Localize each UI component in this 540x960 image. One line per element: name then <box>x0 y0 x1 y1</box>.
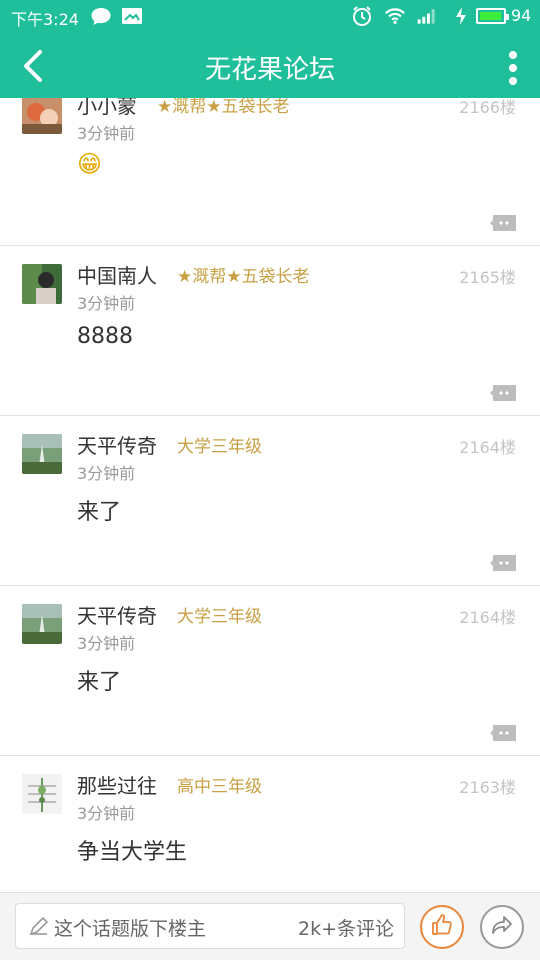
post-time: 3分钟前 <box>77 804 136 823</box>
share-button[interactable] <box>480 905 524 949</box>
status-time: 下午3:24 <box>11 10 79 29</box>
post-time: 3分钟前 <box>77 464 136 483</box>
chat-bubble-icon <box>90 6 112 26</box>
reply-icon[interactable] <box>490 554 518 574</box>
page-title: 无花果论坛 <box>204 55 335 85</box>
reply-icon[interactable] <box>490 724 518 744</box>
username[interactable]: 天平传奇 <box>77 430 157 459</box>
avatar[interactable] <box>22 774 62 814</box>
pencil-icon <box>28 915 50 937</box>
reply-input[interactable]: 这个话题版下楼主 2k+条评论 <box>15 903 405 949</box>
comment-text: 争当大学生 <box>77 840 188 865</box>
reply-icon[interactable] <box>490 384 518 404</box>
user-badge: 大学三年级 <box>177 437 262 457</box>
comment-count[interactable]: 2k+条评论 <box>298 914 394 941</box>
avatar[interactable] <box>22 264 62 304</box>
share-arrow-icon <box>490 913 514 941</box>
mail-icon <box>121 6 143 26</box>
user-badge: ★溉帮★五袋长老 <box>157 98 290 117</box>
charging-icon <box>450 6 472 26</box>
floor-number: 2164楼 <box>459 608 516 627</box>
app-header: 无花果论坛 <box>0 34 540 98</box>
comment-item: 那些过往 高中三年级 2163楼 3分钟前 争当大学生 <box>0 756 540 892</box>
username[interactable]: 那些过往 <box>77 770 157 799</box>
username[interactable]: 中国南人 <box>77 260 157 289</box>
thumbs-up-icon <box>430 913 454 941</box>
avatar[interactable] <box>22 434 62 474</box>
alarm-icon <box>351 6 373 26</box>
reply-bar: 这个话题版下楼主 2k+条评论 <box>0 892 540 960</box>
username[interactable]: 天平传奇 <box>77 600 157 629</box>
floor-number: 2164楼 <box>459 438 516 457</box>
comment-item: 小小蒙 ★溉帮★五袋长老 2166楼 3分钟前 😁 <box>0 98 540 246</box>
avatar[interactable] <box>22 98 62 134</box>
username[interactable]: 小小蒙 <box>77 98 137 119</box>
user-badge: 大学三年级 <box>177 607 262 627</box>
reply-icon[interactable] <box>490 214 518 234</box>
comment-feed[interactable]: 小小蒙 ★溉帮★五袋长老 2166楼 3分钟前 😁 中国南人 ★溉帮★五袋长老 … <box>0 98 540 892</box>
reply-placeholder: 这个话题版下楼主 <box>54 918 207 940</box>
signal-icon <box>416 6 438 26</box>
comment-item: 天平传奇 大学三年级 2164楼 3分钟前 来了 <box>0 586 540 756</box>
grin-emoji: 😁 <box>77 150 103 178</box>
post-time: 3分钟前 <box>77 634 136 653</box>
comment-item: 天平传奇 大学三年级 2164楼 3分钟前 来了 <box>0 416 540 586</box>
user-badge: ★溉帮★五袋长老 <box>177 267 310 287</box>
comment-text: 8888 <box>77 324 133 349</box>
floor-number: 2166楼 <box>459 98 516 117</box>
more-vertical-icon[interactable] <box>506 48 520 86</box>
wifi-icon <box>384 6 406 26</box>
battery-percent: 94 <box>511 6 532 25</box>
floor-number: 2165楼 <box>459 268 516 287</box>
user-badge: 高中三年级 <box>177 777 262 797</box>
comment-item: 中国南人 ★溉帮★五袋长老 2165楼 3分钟前 8888 <box>0 246 540 416</box>
avatar[interactable] <box>22 604 62 644</box>
status-bar: 下午3:24 94 <box>0 0 540 34</box>
comment-text: 来了 <box>77 670 122 695</box>
battery-icon <box>476 8 509 24</box>
comment-text: 来了 <box>77 500 122 525</box>
post-time: 3分钟前 <box>77 294 136 313</box>
like-button[interactable] <box>420 905 464 949</box>
post-time: 3分钟前 <box>77 124 136 143</box>
floor-number: 2163楼 <box>459 778 516 797</box>
